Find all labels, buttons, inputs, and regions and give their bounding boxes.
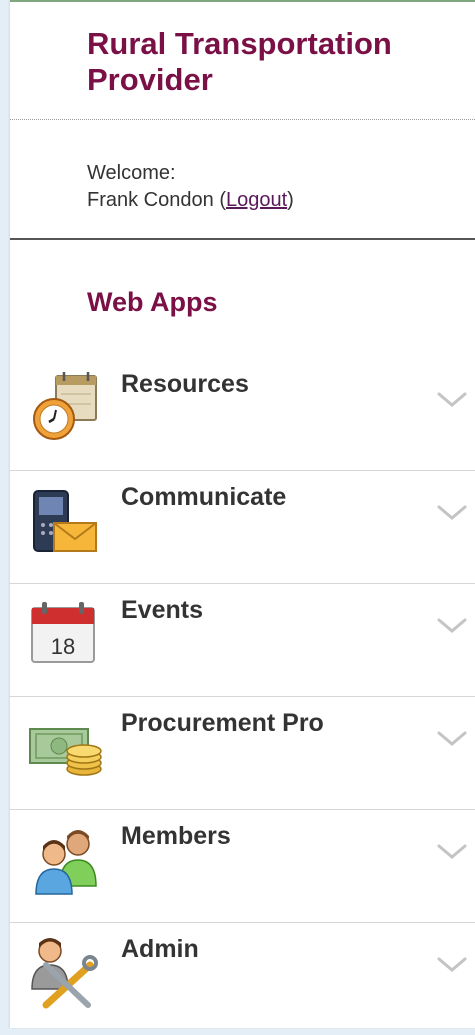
chevron-down-icon[interactable] <box>436 616 468 636</box>
app-item-communicate[interactable]: Communicate <box>10 471 475 584</box>
user-name: Frank Condon <box>87 189 214 211</box>
chevron-down-icon[interactable] <box>436 390 468 410</box>
clock-calendar-icon <box>24 364 104 444</box>
chevron-down-icon[interactable] <box>436 842 468 862</box>
welcome-block: Welcome: Frank Condon (Logout) <box>87 160 294 214</box>
logout-open-paren: ( <box>219 189 226 211</box>
divider-dotted <box>10 119 475 120</box>
phone-mail-icon <box>24 477 104 557</box>
calendar-icon: 18 <box>24 590 104 670</box>
divider-solid <box>10 238 475 240</box>
app-label: Admin <box>121 935 199 963</box>
sidebar-panel: Rural Transportation Provider Welcome: F… <box>10 0 475 1028</box>
app-label: Procurement Pro <box>121 709 324 737</box>
welcome-label: Welcome: <box>87 162 176 184</box>
app-item-events[interactable]: 18 Events <box>10 584 475 697</box>
logout-link[interactable]: Logout <box>226 189 287 211</box>
organization-title: Rural Transportation Provider <box>87 26 392 97</box>
section-title-web-apps: Web Apps <box>87 287 218 317</box>
chevron-down-icon[interactable] <box>436 503 468 523</box>
app-item-procurement-pro[interactable]: Procurement Pro <box>10 697 475 810</box>
app-label: Resources <box>121 370 249 398</box>
money-coins-icon <box>24 703 104 783</box>
chevron-down-icon[interactable] <box>436 955 468 975</box>
logout-close-paren: ) <box>287 189 294 211</box>
app-item-members[interactable]: Members <box>10 810 475 923</box>
app-label: Events <box>121 596 203 624</box>
calendar-day: 18 <box>51 634 75 659</box>
app-label: Communicate <box>121 483 287 511</box>
chevron-down-icon[interactable] <box>436 729 468 749</box>
admin-tools-icon <box>24 929 104 1009</box>
top-border <box>10 0 475 2</box>
app-label: Members <box>121 822 231 850</box>
welcome-user-line: Frank Condon (Logout) <box>87 187 294 214</box>
app-item-admin[interactable]: Admin <box>10 923 475 1035</box>
users-icon <box>24 816 104 896</box>
app-item-resources[interactable]: Resources <box>10 358 475 471</box>
